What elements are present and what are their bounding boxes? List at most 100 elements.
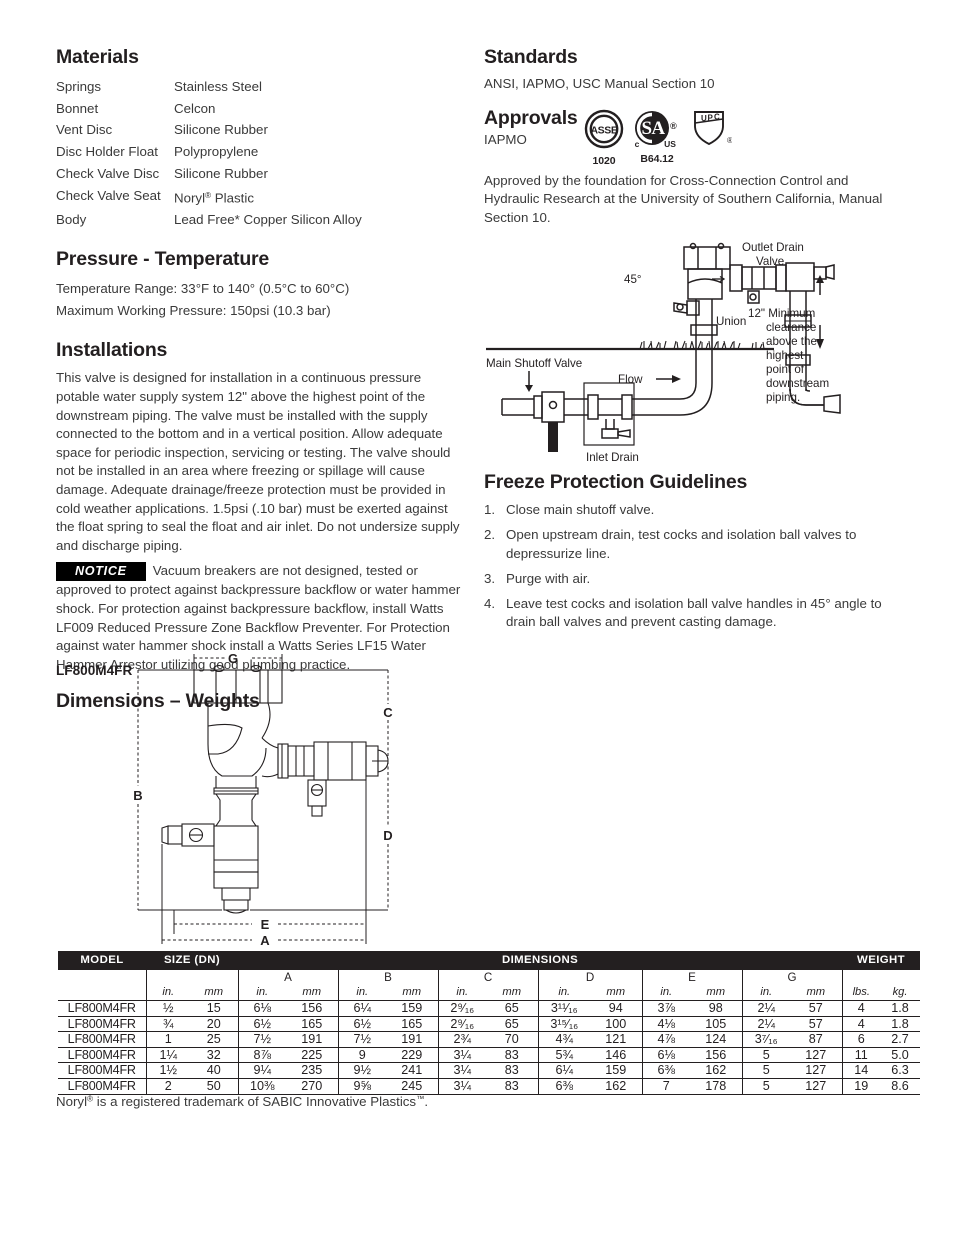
cell-model: LF800M4FR bbox=[58, 1031, 146, 1048]
cell-g-mm: 57 bbox=[790, 1000, 843, 1017]
cell-b-mm: 191 bbox=[386, 1031, 438, 1048]
header-weight: WEIGHT bbox=[842, 951, 921, 970]
cell-d-in: 3¹¹⁄₁₆ bbox=[537, 1000, 590, 1017]
cell-e-mm: 105 bbox=[690, 1016, 742, 1033]
letter-B: B bbox=[337, 970, 438, 985]
cell-e-mm: 98 bbox=[690, 1000, 742, 1017]
cell-b-in: 9 bbox=[337, 1047, 386, 1064]
cell-size-in: 1 bbox=[145, 1031, 190, 1048]
cell-lbs: 4 bbox=[841, 1016, 881, 1033]
materials-row: Springs Stainless Steel bbox=[56, 76, 468, 98]
letter-E: E bbox=[641, 970, 742, 985]
cell-lbs: 6 bbox=[841, 1031, 881, 1048]
cell-g-mm: 87 bbox=[790, 1031, 843, 1048]
installations-body: This valve is designed for installation … bbox=[56, 370, 460, 553]
materials-row: Bonnet Celcon bbox=[56, 98, 468, 120]
unit-header: in. bbox=[641, 985, 690, 1001]
cell-model: LF800M4FR bbox=[58, 1047, 146, 1064]
cell-size-in: 1¼ bbox=[145, 1047, 190, 1064]
installation-diagram: 45° Outlet Drain Valve Union 12" Minimum… bbox=[484, 239, 898, 467]
dim-letter-E: E bbox=[261, 917, 270, 932]
csa-logo-cell: SA ® c US B64.12 bbox=[633, 109, 681, 165]
right-column: Standards ANSI, IAPMO, USC Manual Sectio… bbox=[484, 46, 898, 639]
freeze-step-text: Close main shutoff valve. bbox=[506, 502, 655, 518]
table-letter-header-row: A B C D E G bbox=[58, 970, 921, 985]
datasheet-page: Materials Springs Stainless Steel Bonnet Ce… bbox=[0, 0, 954, 1235]
materials-row: Disc Holder Float Polypropylene bbox=[56, 141, 468, 163]
cell-g-mm: 127 bbox=[790, 1047, 843, 1064]
cell-a-in: 6½ bbox=[237, 1016, 286, 1033]
table-unit-header-row: in. mm in. mm in. mm in. mm in. mm in. mm in. mm lbs. k… bbox=[58, 985, 921, 1001]
temperature-range: Temperature Range: 33°F to 140° (0.5°C t… bbox=[56, 281, 350, 297]
material-value: Stainless Steel bbox=[174, 79, 262, 94]
cell-g-in: 2¼ bbox=[741, 1000, 790, 1017]
approvals-heading: Approvals bbox=[484, 106, 578, 129]
svg-text:ASSE: ASSE bbox=[591, 124, 618, 136]
cell-c-in: 3¼ bbox=[437, 1062, 486, 1079]
svg-text:US: US bbox=[664, 139, 676, 149]
cell-b-in: 9⅝ bbox=[337, 1078, 386, 1095]
table-row: LF800M4FR ¾ 20 6½ 165 6½ 165 2⁹⁄₁₆ 65 3¹⁵⁄₁₆ 100 4⅛… bbox=[58, 1016, 921, 1033]
material-part: Springs bbox=[56, 79, 102, 94]
materials-table: Springs Stainless Steel Bonnet Celcon Vent D… bbox=[56, 76, 468, 230]
header-model: MODEL bbox=[58, 951, 146, 970]
cell-model: LF800M4FR bbox=[58, 1062, 146, 1079]
pressure-temperature-heading: Pressure - Temperature bbox=[56, 248, 270, 271]
unit-header: mm bbox=[486, 985, 538, 1001]
cell-a-mm: 270 bbox=[286, 1078, 338, 1095]
svg-text:C: C bbox=[714, 112, 720, 121]
freeze-step: 1. Close main shutoff valve. bbox=[484, 501, 898, 519]
header-dimensions: DIMENSIONS bbox=[238, 951, 843, 970]
asse-logo-icon: ASSE bbox=[584, 109, 624, 148]
diagram-inlet-drain-label: Inlet Drain bbox=[586, 451, 639, 464]
materials-heading: Materials bbox=[56, 46, 139, 68]
cell-lbs: 19 bbox=[841, 1078, 881, 1095]
unit-header: in. bbox=[437, 985, 486, 1001]
upc-logo-icon: U P C ® bbox=[694, 110, 733, 145]
dim-letter-B: B bbox=[133, 788, 142, 803]
svg-text:®: ® bbox=[727, 136, 732, 145]
cell-model: LF800M4FR bbox=[58, 1000, 146, 1017]
unit-header: in. bbox=[537, 985, 590, 1001]
standards-heading: Standards bbox=[484, 46, 578, 68]
materials-row: Check Valve Seat Noryl® Plastic bbox=[56, 185, 468, 209]
cell-e-in: 3⅞ bbox=[641, 1000, 690, 1017]
asse-caption: 1020 bbox=[592, 154, 616, 167]
materials-row: Vent Disc Silicone Rubber bbox=[56, 119, 468, 141]
installation-diagram-svg: 45° Outlet Drain Valve Union 12" Minimum… bbox=[486, 241, 841, 464]
cell-c-mm: 65 bbox=[486, 1000, 538, 1017]
cell-g-mm: 127 bbox=[790, 1078, 843, 1095]
cell-g-mm: 57 bbox=[790, 1016, 843, 1033]
cell-d-in: 3¹⁵⁄₁₆ bbox=[537, 1016, 590, 1033]
unit-blank-model bbox=[58, 985, 146, 1001]
cell-c-in: 2¾ bbox=[437, 1031, 486, 1048]
cell-a-in: 9¼ bbox=[237, 1062, 286, 1079]
table-group-header-row: MODEL SIZE (DN) DIMENSIONS WEIGHT bbox=[58, 951, 921, 970]
dim-letter-C: C bbox=[383, 705, 393, 720]
cell-e-in: 6⅜ bbox=[641, 1062, 690, 1079]
cell-e-mm: 162 bbox=[690, 1062, 742, 1079]
cell-c-in: 2⁹⁄₁₆ bbox=[437, 1016, 486, 1033]
letter-blank-model bbox=[58, 970, 146, 985]
notice-badge: NOTICE bbox=[56, 562, 146, 582]
max-working-pressure: Maximum Working Pressure: 150psi (10.3 b… bbox=[56, 302, 331, 318]
standards-text: ANSI, IAPMO, USC Manual Section 10 bbox=[484, 76, 715, 91]
cell-a-mm: 235 bbox=[286, 1062, 338, 1079]
csa-caption: B64.12 bbox=[640, 152, 674, 165]
diagram-clearance-l4: highest bbox=[766, 349, 804, 362]
cell-model: LF800M4FR bbox=[58, 1078, 146, 1095]
cell-size-in: 1½ bbox=[145, 1062, 190, 1079]
cell-b-mm: 229 bbox=[386, 1047, 438, 1064]
freeze-step-text: Open upstream drain, test cocks and isol… bbox=[506, 527, 857, 561]
cell-d-mm: 159 bbox=[590, 1062, 642, 1079]
cell-d-mm: 121 bbox=[590, 1031, 642, 1048]
cell-kg: 1.8 bbox=[880, 1016, 921, 1033]
cell-size-mm: 32 bbox=[190, 1047, 238, 1064]
dim-letter-G: G bbox=[228, 651, 238, 666]
unit-header: mm bbox=[590, 985, 642, 1001]
unit-header: mm bbox=[386, 985, 438, 1001]
cell-d-mm: 100 bbox=[590, 1016, 642, 1033]
cell-b-mm: 165 bbox=[386, 1016, 438, 1033]
unit-header: kg. bbox=[880, 985, 921, 1001]
diagram-clearance-l1: 12" Minimum bbox=[748, 307, 815, 320]
